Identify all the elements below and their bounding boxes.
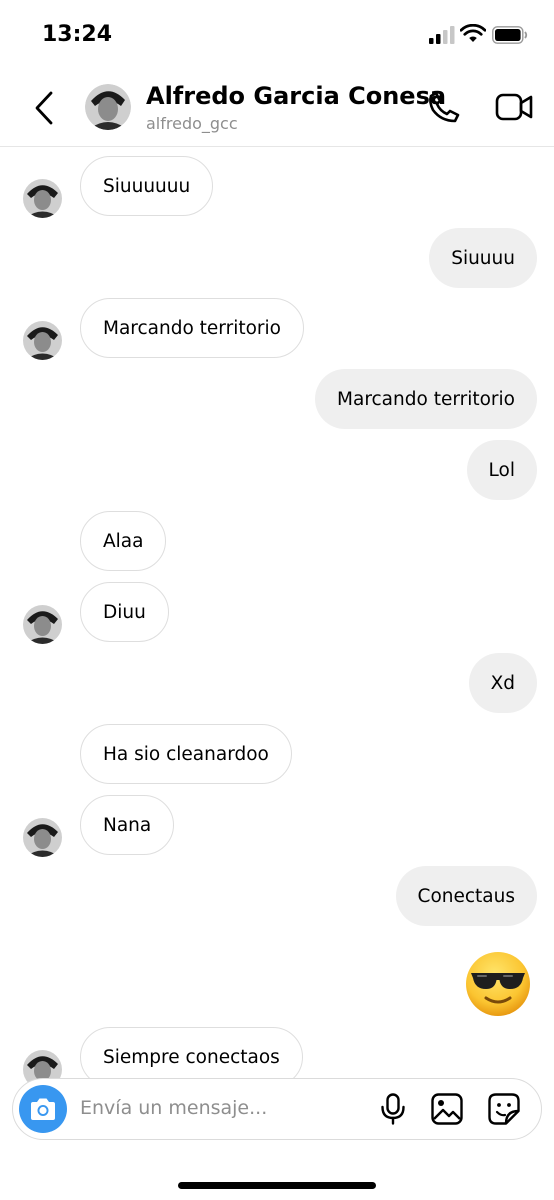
- message-text: Siuuuu: [451, 247, 515, 269]
- incoming-message[interactable]: Diuu: [80, 582, 169, 642]
- message-text: Marcando territorio: [337, 388, 515, 410]
- cellular-signal-icon: [429, 26, 455, 44]
- back-chevron-icon[interactable]: [30, 90, 60, 126]
- message-text: Alaa: [103, 530, 144, 552]
- outgoing-message[interactable]: Lol: [466, 440, 537, 500]
- video-call-icon[interactable]: [495, 90, 533, 124]
- incoming-message[interactable]: Ha sio cleanardoo: [80, 724, 292, 784]
- message-text: Siuuuuuu: [103, 175, 191, 197]
- incoming-message[interactable]: Nana: [80, 795, 175, 855]
- status-time: 13:24: [42, 22, 113, 47]
- message-text: Diuu: [103, 601, 146, 623]
- outgoing-message[interactable]: Siuuuu: [429, 228, 537, 288]
- incoming-message[interactable]: Marcando territorio: [80, 298, 304, 358]
- contact-avatar[interactable]: [85, 84, 131, 130]
- phone-call-icon[interactable]: [427, 90, 461, 124]
- contact-username[interactable]: alfredo_gcc: [146, 114, 238, 133]
- message-text: Xd: [490, 672, 515, 694]
- camera-icon: [31, 1098, 55, 1120]
- message-text: Marcando territorio: [103, 317, 281, 339]
- sticker-icon[interactable]: [488, 1093, 520, 1125]
- incoming-message[interactable]: Alaa: [80, 511, 167, 571]
- sender-avatar[interactable]: [23, 818, 62, 857]
- battery-icon: [492, 26, 528, 44]
- status-bar: 13:24: [0, 0, 554, 70]
- outgoing-message[interactable]: Conectaus: [395, 866, 537, 926]
- camera-button[interactable]: [19, 1085, 67, 1133]
- contact-name[interactable]: Alfredo Garcia Conesa: [146, 82, 446, 110]
- home-indicator: [178, 1182, 376, 1189]
- message-text: Conectaus: [417, 885, 515, 907]
- sender-avatar[interactable]: [23, 179, 62, 218]
- message-input[interactable]: Envía un mensaje...: [80, 1097, 267, 1119]
- sender-avatar[interactable]: [23, 321, 62, 360]
- message-text: Ha sio cleanardoo: [103, 743, 269, 765]
- sender-avatar[interactable]: [23, 605, 62, 644]
- message-text: Nana: [103, 814, 152, 836]
- microphone-icon[interactable]: [379, 1093, 407, 1125]
- sunglasses-emoji-icon[interactable]: [464, 950, 532, 1018]
- outgoing-message[interactable]: Marcando territorio: [315, 369, 537, 429]
- gallery-icon[interactable]: [431, 1093, 463, 1125]
- wifi-icon: [460, 24, 486, 42]
- message-text: Siempre conectaos: [103, 1046, 280, 1068]
- message-text: Lol: [488, 459, 515, 481]
- outgoing-message[interactable]: Xd: [468, 653, 537, 713]
- chat-header: Alfredo Garcia Conesa alfredo_gcc: [0, 70, 554, 147]
- incoming-message[interactable]: Siuuuuuu: [80, 156, 214, 216]
- message-composer: Envía un mensaje...: [12, 1078, 542, 1140]
